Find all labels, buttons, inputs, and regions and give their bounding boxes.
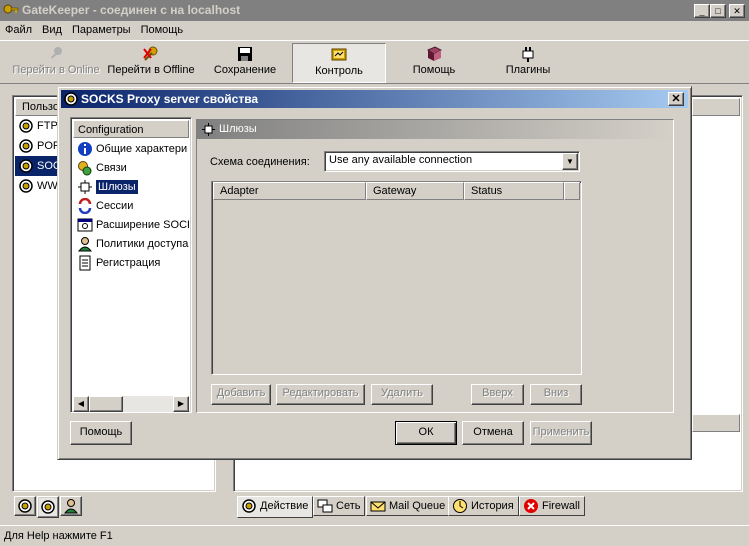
save-button[interactable]: Сохранение: [206, 43, 284, 83]
close-button[interactable]: ✕: [729, 4, 745, 18]
apply-button[interactable]: Применить: [530, 421, 592, 445]
gateways-list: Adapter Gateway Status: [211, 181, 582, 375]
window-icon: [77, 218, 93, 232]
document-icon: [79, 255, 91, 271]
chevron-down-icon[interactable]: ▼: [562, 153, 578, 170]
status-bar: Для Help нажмите F1: [0, 525, 749, 545]
tab-mail-queue[interactable]: Mail Queue: [366, 496, 451, 516]
gateway-icon: [202, 123, 215, 136]
tree-item-sessions[interactable]: Сессии: [73, 197, 189, 216]
tab-services[interactable]: [37, 496, 59, 518]
menu-bar: Файл Вид Параметры Помощь: [0, 21, 749, 39]
tree-item-gateways[interactable]: Шлюзы: [73, 178, 189, 197]
scheme-select[interactable]: Use any available connection ▼: [324, 151, 580, 172]
gear-icon: [242, 499, 256, 513]
go-offline-button[interactable]: Перейти в Offline: [104, 43, 198, 83]
edit-button[interactable]: Редактировать: [276, 384, 365, 405]
tab-users[interactable]: [14, 496, 36, 516]
envelope-icon: [370, 501, 386, 512]
key-icon: [50, 47, 62, 59]
column-adapter[interactable]: Adapter: [213, 182, 366, 200]
tree-item-logging[interactable]: Регистрация: [73, 254, 189, 273]
gear-icon: [19, 119, 33, 133]
properties-dialog: SOCKS Proxy server свойства ✕ Configurat…: [57, 86, 692, 460]
tree-scrollbar[interactable]: ◀ ▶: [73, 396, 189, 412]
monitor-icon: [331, 48, 347, 61]
column-status[interactable]: Status: [464, 182, 564, 200]
move-down-button[interactable]: Вниз: [530, 384, 582, 405]
control-button[interactable]: Контроль: [292, 43, 386, 83]
menu-view[interactable]: Вид: [37, 24, 67, 36]
tab-network[interactable]: Сеть: [313, 496, 366, 516]
scroll-right-arrow-icon[interactable]: ▶: [173, 396, 189, 412]
delete-button[interactable]: Удалить: [371, 384, 433, 405]
gear-icon: [19, 159, 33, 173]
key-offline-icon: [143, 46, 158, 61]
scroll-thumb[interactable]: [89, 396, 123, 412]
sessions-icon: [78, 198, 92, 214]
dialog-close-button[interactable]: ✕: [668, 92, 684, 106]
tree-item-links[interactable]: Связи: [73, 159, 189, 178]
scheme-value: Use any available connection: [329, 154, 473, 166]
gear-icon: [19, 179, 33, 193]
gear-icon: [64, 92, 78, 106]
toolbar: Перейти в Online Перейти в Offline Сохра…: [0, 40, 749, 84]
help-button[interactable]: Помощь: [396, 43, 472, 83]
add-button[interactable]: Добавить: [211, 384, 271, 405]
plug-icon: [522, 47, 534, 62]
lower-column-header[interactable]: [692, 414, 740, 432]
column-filler: [564, 182, 580, 200]
window-title: GateKeeper - соединен с на localhost: [22, 3, 241, 17]
tab-firewall[interactable]: Firewall: [519, 496, 585, 516]
menu-file[interactable]: Файл: [0, 24, 37, 36]
tree-header[interactable]: Configuration: [73, 120, 189, 138]
tree-list: Общие характери Связи Шлюзы Сессии Расши…: [73, 140, 189, 273]
tab-action[interactable]: Действие: [237, 496, 314, 518]
go-online-button[interactable]: Перейти в Online: [10, 43, 102, 83]
main-column-header[interactable]: [692, 98, 740, 116]
scroll-left-arrow-icon[interactable]: ◀: [73, 396, 89, 412]
column-gateway[interactable]: Gateway: [366, 182, 464, 200]
minimize-button[interactable]: _: [694, 4, 710, 18]
maximize-button[interactable]: □: [710, 4, 726, 18]
info-icon: [78, 142, 92, 156]
network-icon: [317, 499, 333, 513]
dialog-title: SOCKS Proxy server свойства: [81, 92, 259, 106]
user-policy-icon: [77, 237, 93, 252]
scheme-label: Схема соединения:: [210, 156, 310, 168]
gateway-icon: [78, 180, 92, 194]
gear-icon: [19, 139, 33, 153]
plugins-button[interactable]: Плагины: [490, 43, 566, 83]
gear-icon: [41, 500, 55, 514]
dialog-title-bar: SOCKS Proxy server свойства ✕: [61, 90, 688, 108]
section-title: Шлюзы: [219, 123, 257, 135]
floppy-disk-icon: [238, 47, 252, 61]
book-icon: [426, 46, 442, 61]
tree-item-access-policy[interactable]: Политики доступа: [73, 235, 189, 254]
tab-history[interactable]: История: [448, 496, 519, 516]
config-tree: Configuration Общие характери Связи Шлюз…: [70, 117, 192, 413]
user-icon: [63, 499, 79, 514]
status-text: Для Help нажмите F1: [4, 530, 113, 542]
key-icon: [3, 4, 19, 14]
menu-params[interactable]: Параметры: [67, 24, 136, 36]
stop-icon: [524, 499, 538, 513]
help-dialog-button[interactable]: Помощь: [70, 421, 132, 445]
window-title-bar: GateKeeper - соединен с на localhost: [0, 0, 749, 21]
tab-accounts[interactable]: [60, 496, 82, 516]
connection-icon: [78, 161, 92, 176]
ok-button[interactable]: ОК: [395, 421, 457, 445]
cancel-button[interactable]: Отмена: [462, 421, 524, 445]
tree-item-general[interactable]: Общие характери: [73, 140, 189, 159]
clock-icon: [453, 499, 467, 513]
menu-help[interactable]: Помощь: [136, 24, 189, 36]
tree-item-socks-ext[interactable]: Расширение SOCKS: [73, 216, 189, 235]
section-title-bar: Шлюзы: [197, 120, 673, 139]
move-up-button[interactable]: Вверх: [471, 384, 524, 405]
gateways-page: Шлюзы Схема соединения: Use any availabl…: [196, 119, 674, 413]
gear-icon: [18, 499, 32, 513]
